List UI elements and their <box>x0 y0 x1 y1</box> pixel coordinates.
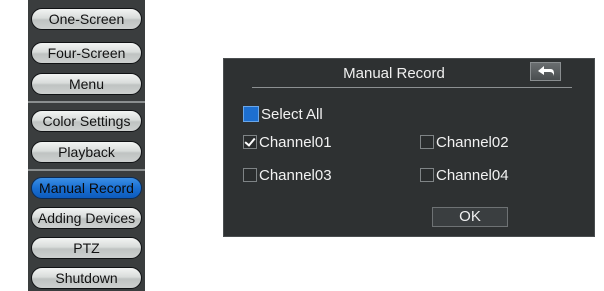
checkbox-box <box>243 168 257 182</box>
checkbox-box <box>243 106 259 122</box>
side-menu: One-Screen Four-Screen Menu Color Settin… <box>28 0 145 291</box>
one-screen-button[interactable]: One-Screen <box>31 8 142 30</box>
checkbox-box <box>420 135 434 149</box>
select-all-checkbox[interactable]: Select All <box>243 104 323 124</box>
playback-button[interactable]: Playback <box>31 141 142 163</box>
shutdown-button[interactable]: Shutdown <box>31 267 142 289</box>
menu-button[interactable]: Menu <box>31 73 142 95</box>
channel-label: Channel02 <box>436 133 509 151</box>
channel04-checkbox[interactable]: Channel04 <box>420 165 509 185</box>
menu-divider <box>28 169 145 171</box>
channel-label: Channel04 <box>436 166 509 184</box>
channel-label: Channel03 <box>259 166 332 184</box>
checkbox-box <box>243 135 257 149</box>
channel02-checkbox[interactable]: Channel02 <box>420 132 509 152</box>
channel01-checkbox[interactable]: Channel01 <box>243 132 332 152</box>
manual-record-button[interactable]: Manual Record <box>31 177 142 199</box>
back-arrow-icon <box>537 66 554 76</box>
four-screen-button[interactable]: Four-Screen <box>31 42 142 64</box>
select-all-label: Select All <box>261 105 323 123</box>
channel03-checkbox[interactable]: Channel03 <box>243 165 332 185</box>
menu-divider <box>28 101 145 103</box>
back-button[interactable] <box>530 62 561 81</box>
header-divider <box>252 87 572 88</box>
channel-label: Channel01 <box>259 133 332 151</box>
ptz-button[interactable]: PTZ <box>31 237 142 259</box>
manual-record-dialog: Manual Record Select All Channel01 Chann… <box>223 58 595 237</box>
dialog-header: Manual Record <box>224 59 594 88</box>
dialog-title: Manual Record <box>343 65 445 82</box>
checkbox-box <box>420 168 434 182</box>
adding-devices-button[interactable]: Adding Devices <box>31 207 142 229</box>
ok-button[interactable]: OK <box>432 207 508 227</box>
color-settings-button[interactable]: Color Settings <box>31 110 142 132</box>
